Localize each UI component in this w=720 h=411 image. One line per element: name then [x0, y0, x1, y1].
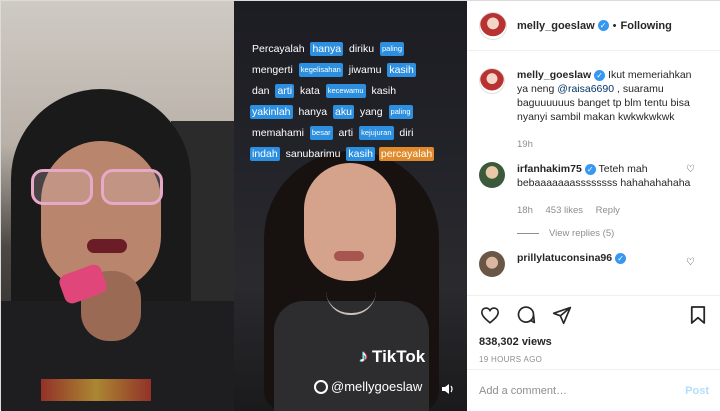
instagram-post-window: Percayalah hanya diriku paling mengerti … [0, 0, 720, 411]
tiktok-logo-icon: ♪ [359, 346, 368, 366]
comment-username[interactable]: irfanhakim75 [517, 163, 582, 175]
lyric-word: yang [359, 106, 383, 119]
lyrics-overlay: Percayalah hanya diriku paling mengerti … [250, 39, 460, 165]
comment-item: irfanhakim75 ✓ Teteh mah bebaaaaaaassssss… [479, 162, 709, 218]
lyric-word: yakinlah [250, 105, 293, 120]
comment-body: prillylatuconsina96 ✓ [517, 251, 697, 277]
shirt-print [41, 379, 151, 401]
view-replies[interactable]: View replies (5) [517, 228, 709, 239]
caption: melly_goeslaw ✓ Ikut memeriahkan ya neng … [479, 68, 709, 152]
following-button[interactable]: Following [621, 20, 672, 32]
person-mouth [87, 239, 127, 253]
tiktok-wordmark: TikTok [372, 346, 426, 366]
lyric-word: arti [275, 84, 295, 99]
lyric-line: mengerti kegelisahan jiwamu kasih [250, 60, 460, 81]
lyric-word: kasih [371, 85, 397, 98]
lyric-word: hanya [310, 42, 344, 57]
comment-icon[interactable] [515, 304, 537, 326]
lyric-word: kasih [346, 147, 375, 162]
comment-input[interactable] [479, 384, 686, 397]
caption-meta: 19h [517, 138, 697, 152]
caption-time[interactable]: 19h [517, 139, 533, 150]
lyric-word: dan [252, 85, 270, 98]
lyric-word: memahami [252, 127, 304, 140]
lyric-word: kejujuran [359, 126, 394, 141]
lyric-word: indah [250, 147, 280, 162]
heart-icon[interactable] [479, 304, 501, 326]
lyric-word: diri [399, 127, 414, 140]
posted-time[interactable]: 19 HOURS AGO [479, 355, 709, 364]
tiktok-user-icon [314, 379, 328, 394]
post-button[interactable]: Post [685, 385, 709, 397]
bookmark-icon[interactable] [687, 304, 709, 326]
like-comment-heart-icon[interactable]: ♡ [686, 164, 695, 175]
verified-badge-icon: ✓ [584, 163, 596, 175]
lyric-line: Percayalah hanya diriku paling [250, 39, 460, 60]
avatar[interactable] [479, 11, 507, 40]
pink-glasses [31, 169, 166, 205]
video-pane-right: Percayalah hanya diriku paling mengerti … [234, 1, 467, 411]
lyric-word: besar [309, 126, 333, 141]
commenter-avatar[interactable] [479, 162, 505, 188]
lyric-word: hanya [298, 106, 328, 119]
post-actions: 838,302 views 19 HOURS AGO [467, 295, 720, 364]
verified-badge-icon: ✓ [597, 20, 609, 31]
comment-item: prillylatuconsina96 ✓ ♡ [479, 251, 709, 277]
comments-list[interactable]: melly_goeslaw ✓ Ikut memeriahkan ya neng … [467, 52, 720, 295]
tiktok-username-text: @mellygoeslaw [331, 379, 423, 394]
post-media[interactable]: Percayalah hanya diriku paling mengerti … [1, 1, 467, 411]
lyric-word: percayalah [378, 147, 435, 162]
comment-meta: 18h 453 likes Reply [517, 204, 697, 218]
lyric-word: kata [299, 85, 320, 98]
caption-avatar[interactable] [479, 68, 505, 94]
sound-icon[interactable] [441, 383, 457, 397]
verified-badge-icon: ✓ [594, 69, 606, 81]
comment-body: irfanhakim75 ✓ Teteh mah bebaaaaaaassssss… [517, 162, 697, 218]
header-username[interactable]: melly_goeslaw [517, 20, 595, 32]
share-icon[interactable] [551, 304, 573, 326]
view-replies-label[interactable]: View replies (5) [549, 228, 614, 239]
lyric-line: indah sanubarimu kasih percayalah [250, 144, 460, 165]
lyric-word: jiwamu [348, 64, 382, 77]
commenter-avatar[interactable] [479, 251, 505, 277]
lyric-word: arti [338, 127, 354, 140]
caption-mention-link[interactable]: @raisa6690 [557, 83, 614, 95]
lyric-word: aku [332, 105, 354, 120]
lyric-word: paling [388, 105, 413, 120]
tiktok-username: @mellygoeslaw [314, 379, 422, 394]
comment-username[interactable]: prillylatuconsina96 [517, 252, 612, 264]
add-comment-bar: Post [467, 369, 720, 411]
singer-lips [334, 251, 364, 261]
reply-button[interactable]: Reply [596, 205, 620, 216]
verified-badge-icon: ✓ [615, 252, 627, 264]
post-header: melly_goeslaw ✓ • Following [467, 1, 720, 51]
lyric-word: sanubarimu [285, 148, 341, 161]
lyric-word: kecewamu [325, 84, 366, 99]
lyric-word: diriku [348, 43, 375, 56]
singer-face [304, 163, 396, 281]
separator-dot: • [612, 19, 617, 32]
like-comment-heart-icon[interactable]: ♡ [686, 257, 695, 268]
video-pane-left [1, 1, 234, 411]
action-icons [479, 304, 709, 326]
lyric-line: memahami besar arti kejujuran diri [250, 123, 460, 144]
replies-divider [517, 233, 539, 234]
lyric-line: yakinlah hanya aku yang paling [250, 102, 460, 123]
comment-time[interactable]: 18h [517, 205, 533, 216]
lyric-word: mengerti [252, 64, 293, 77]
caption-username[interactable]: melly_goeslaw [517, 69, 591, 81]
lyric-word: kasih [387, 63, 416, 78]
comment-likes[interactable]: 453 likes [546, 205, 584, 216]
post-side-panel: melly_goeslaw ✓ • Following melly_goesla… [467, 1, 720, 411]
lyric-word: kegelisahan [298, 63, 343, 78]
view-count[interactable]: 838,302 views [479, 336, 709, 348]
tiktok-watermark: ♪ TikTok [359, 346, 425, 367]
lyric-word: paling [380, 42, 405, 57]
lyric-word: Percayalah [252, 43, 305, 56]
caption-body: melly_goeslaw ✓ Ikut memeriahkan ya neng … [517, 68, 697, 152]
lyric-line: dan arti kata kecewamu kasih [250, 81, 460, 102]
